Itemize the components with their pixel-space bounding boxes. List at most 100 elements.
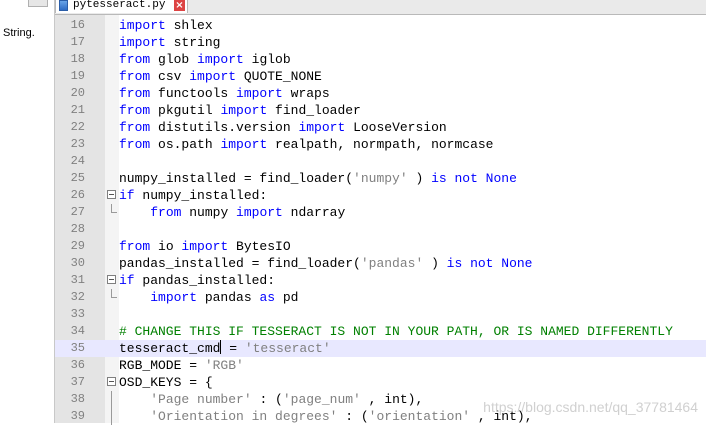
fold-marker — [105, 357, 119, 374]
code-line[interactable]: 19 from csv import QUOTE_NONE — [55, 68, 706, 85]
tab-pytesseract[interactable]: pytesseract.py × — [55, 0, 188, 13]
code-text: tesseract_cmd = 'tesseract' — [119, 340, 331, 357]
line-number: 18 — [70, 52, 85, 66]
code-token: pandas_installed = find_loader( — [119, 256, 361, 271]
line-number: 28 — [70, 222, 85, 236]
code-line[interactable]: 24 — [55, 153, 706, 170]
code-token: numpy_installed: — [142, 188, 268, 203]
code-line[interactable]: 29 from io import BytesIO — [55, 238, 706, 255]
string-token: 'pandas' — [360, 256, 432, 271]
code-token: tesseract_cmd — [119, 341, 221, 356]
line-number: 27 — [70, 205, 85, 219]
code-line[interactable]: 26 if numpy_installed: — [55, 187, 706, 204]
code-token: numpy_installed = find_loader( — [119, 171, 354, 186]
code-line[interactable]: 22 from distutils.version import LooseVer… — [55, 119, 706, 136]
fold-marker[interactable] — [105, 272, 119, 289]
code-token: shlex — [173, 18, 213, 33]
collapse-icon[interactable] — [107, 190, 116, 199]
code-line[interactable]: 35 tesseract_cmd = 'tesseract' — [55, 340, 706, 357]
code-text: from glob import iglob — [119, 51, 291, 68]
code-editor[interactable]: 16 import shlex 17 import string 18 from glob… — [55, 15, 706, 425]
line-number: 29 — [70, 239, 85, 253]
line-number: 19 — [70, 69, 85, 83]
code-token: LooseVersion — [353, 120, 447, 135]
fold-marker[interactable] — [105, 187, 119, 204]
keyword-token: import — [236, 86, 291, 101]
line-number: 20 — [70, 86, 85, 100]
keyword-token: from — [119, 120, 159, 135]
code-token: iglob — [251, 52, 291, 67]
line-number: 39 — [70, 409, 85, 423]
left-panel: String. — [0, 0, 55, 423]
string-token: 'Orientation in degrees' — [150, 409, 346, 424]
string-token: 'orientation' — [368, 409, 478, 424]
code-token: ) — [431, 256, 447, 271]
keyword-token: if — [119, 188, 143, 203]
code-token: OSD_KEYS = { — [119, 375, 213, 390]
code-line[interactable]: 36 RGB_MODE = 'RGB' — [55, 357, 706, 374]
line-number: 17 — [70, 35, 85, 49]
code-text: from io import BytesIO — [119, 238, 291, 255]
code-line[interactable]: 21 from pkgutil import find_loader — [55, 102, 706, 119]
keyword-token: is not None — [446, 256, 533, 271]
code-line[interactable]: 27 from numpy import ndarray — [55, 204, 706, 221]
line-number: 26 — [70, 188, 85, 202]
line-number: 25 — [70, 171, 85, 185]
line-number: 36 — [70, 358, 85, 372]
line-number: 37 — [70, 375, 85, 389]
keyword-token: import — [236, 205, 291, 220]
close-icon[interactable]: × — [174, 0, 185, 11]
keyword-token: import — [189, 69, 244, 84]
fold-marker — [105, 17, 119, 34]
watermark: https://blog.csdn.net/qq_37781464 — [483, 399, 698, 415]
keyword-token: from — [119, 69, 159, 84]
code-token: pandas — [204, 290, 260, 305]
fold-marker — [105, 289, 119, 306]
collapse-icon[interactable] — [107, 377, 116, 386]
code-line[interactable]: 20 from functools import wraps — [55, 85, 706, 102]
code-token: RGB_MODE = — [119, 358, 205, 373]
code-token: pkgutil — [158, 103, 221, 118]
code-token: glob — [158, 52, 198, 67]
code-text: if pandas_installed: — [119, 272, 275, 289]
code-token: os.path — [158, 137, 221, 152]
code-line[interactable]: 25 numpy_installed = find_loader('numpy' … — [55, 170, 706, 187]
line-number: 22 — [70, 120, 85, 134]
code-line[interactable]: 30 pandas_installed = find_loader('pandas… — [55, 255, 706, 272]
keyword-token: from — [150, 205, 190, 220]
code-line[interactable]: 34 # CHANGE THIS IF TESSERACT IS NOT IN Y… — [55, 323, 706, 340]
code-line[interactable]: 37 OSD_KEYS = { — [55, 374, 706, 391]
code-token: functools — [158, 86, 237, 101]
code-line[interactable]: 16 import shlex — [55, 17, 706, 34]
code-line[interactable]: 17 import string — [55, 34, 706, 51]
code-line[interactable]: 28 — [55, 221, 706, 238]
code-line[interactable]: 32 import pandas as pd — [55, 289, 706, 306]
fold-marker[interactable] — [105, 374, 119, 391]
line-number: 30 — [70, 256, 85, 270]
code-text: from csv import QUOTE_NONE — [119, 68, 322, 85]
code-text: from numpy import ndarray — [119, 204, 345, 221]
code-line[interactable]: 18 from glob import iglob — [55, 51, 706, 68]
keyword-token: import — [150, 290, 205, 305]
fold-marker — [105, 136, 119, 153]
code-line[interactable]: 23 from os.path import realpath, normpath… — [55, 136, 706, 153]
code-token: ) — [415, 171, 432, 186]
code-text: from functools import wraps — [119, 85, 330, 102]
scrollbar-nub[interactable] — [28, 0, 48, 7]
python-file-icon — [59, 0, 68, 11]
keyword-token: from — [119, 52, 159, 67]
code-text: import shlex — [119, 17, 213, 34]
code-text: numpy_installed = find_loader('numpy' ) … — [119, 170, 517, 187]
collapse-icon[interactable] — [107, 275, 116, 284]
code-text: import pandas as pd — [119, 289, 298, 306]
string-token: 'page_num' — [282, 392, 369, 407]
line-number: 24 — [70, 154, 85, 168]
comment-token: # CHANGE THIS IF TESSERACT IS NOT IN YOU… — [119, 324, 673, 339]
code-line[interactable]: 33 — [55, 306, 706, 323]
keyword-token: as — [259, 290, 283, 305]
code-line[interactable]: 31 if pandas_installed: — [55, 272, 706, 289]
code-token: csv — [158, 69, 190, 84]
